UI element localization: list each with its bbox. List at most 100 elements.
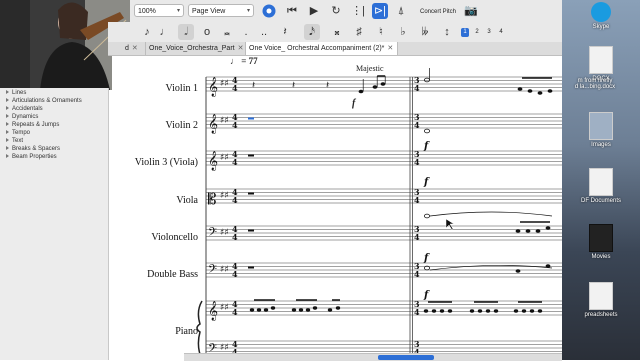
tab-previous[interactable]: d ✕ — [122, 42, 146, 55]
double-dot-button[interactable]: .. — [258, 24, 270, 40]
chevron-down-icon: ▾ — [176, 8, 180, 14]
desktop-item-firefly-docx[interactable]: m from firefly d la...bing.docx — [556, 78, 634, 90]
flip-icon: ↕ — [444, 26, 450, 38]
svg-text:f: f — [423, 253, 430, 264]
half-note-icon: 𝅗𝅥 — [184, 26, 188, 38]
whole-note-icon: o — [203, 26, 211, 38]
rewind-button[interactable]: ⏮ — [284, 3, 300, 19]
document-icon — [589, 46, 613, 74]
pan-icon: ⊳| — [373, 5, 387, 17]
flat-icon: ♭ — [400, 26, 406, 38]
svg-text:4: 4 — [232, 269, 238, 279]
expand-arrow-icon — [6, 130, 9, 135]
sharp-button[interactable]: 𝄪 — [330, 24, 344, 40]
flat-button[interactable]: ♭ — [396, 24, 410, 40]
svg-text:4: 4 — [414, 269, 420, 279]
concert-pitch-toggle[interactable]: Concert Pitch — [420, 9, 456, 15]
svg-text:f: f — [423, 177, 430, 188]
tie-button[interactable]: 𝅘𝅥𝅯 — [304, 24, 320, 40]
voice-3-button[interactable]: 3 — [485, 28, 493, 37]
playback-settings-button[interactable] — [260, 3, 278, 19]
palette-item-beam-properties[interactable]: Beam Properties — [6, 154, 57, 160]
svg-text:𝄢: 𝄢 — [208, 226, 217, 242]
desktop-item-images[interactable]: Images — [562, 112, 640, 148]
loop-button[interactable]: ↻ — [328, 3, 344, 19]
palette-item-text[interactable]: Text — [6, 138, 23, 144]
play-repeats-button[interactable]: ⋮| — [350, 3, 366, 19]
palette-item-breaks[interactable]: Breaks & Spacers — [6, 146, 60, 152]
close-icon[interactable]: ✕ — [238, 45, 244, 52]
voice-2-button[interactable]: 2 — [473, 28, 481, 37]
desktop-item-pdf-documents[interactable]: DF Documents — [562, 168, 640, 204]
natural-icon: ♮ — [379, 26, 383, 38]
svg-text:4: 4 — [414, 83, 420, 93]
svg-text:4: 4 — [232, 83, 238, 93]
score-canvas[interactable]: ♩ = 77 Majestic f Violin 1 Violin 2 Viol… — [112, 56, 562, 360]
score-tabs: d ✕ One_Voice_Orchestra_Part ✕ One Voice_ … — [108, 42, 562, 56]
svg-text:♯♯: ♯♯ — [220, 265, 229, 275]
svg-text:4: 4 — [414, 157, 420, 167]
svg-text:4: 4 — [232, 120, 238, 130]
image-capture-button[interactable]: 📷 — [464, 3, 478, 19]
loop-icon: ↻ — [331, 5, 341, 17]
pan-score-button[interactable]: ⊳| — [372, 3, 388, 19]
palette-item-accidentals[interactable]: Accidentals — [6, 106, 43, 112]
palette-item-tempo[interactable]: Tempo — [6, 130, 30, 136]
svg-text:♯♯: ♯♯ — [220, 228, 229, 238]
metronome-icon: ⍋ — [397, 5, 405, 17]
svg-text:♯♯: ♯♯ — [220, 343, 229, 353]
svg-text:4: 4 — [232, 195, 238, 205]
natural-button[interactable]: ♮ — [374, 24, 388, 40]
flip-direction-button[interactable]: ↕ — [440, 24, 454, 40]
playback-settings-icon — [262, 4, 276, 18]
folder-icon — [589, 112, 613, 140]
tab-orchestral-accompaniment[interactable]: One Voice_ Orchestral Accompaniment (2)*… — [246, 42, 398, 55]
voice-1-button[interactable]: 1 — [461, 28, 469, 37]
play-button[interactable]: ▶ — [306, 3, 322, 19]
double-flat-button[interactable]: 𝄫 — [418, 24, 432, 40]
rest-button[interactable]: 𝄽 — [278, 24, 292, 40]
close-icon[interactable]: ✕ — [132, 45, 138, 52]
play-icon: ▶ — [309, 5, 319, 17]
tab-one-voice-orchestra-part[interactable]: One_Voice_Orchestra_Part ✕ — [146, 42, 246, 55]
palette-item-lines[interactable]: Lines — [6, 90, 26, 96]
voice-4-button[interactable]: 4 — [497, 28, 505, 37]
expand-arrow-icon — [6, 138, 9, 143]
expand-arrow-icon — [6, 98, 9, 103]
palette-item-dynamics[interactable]: Dynamics — [6, 114, 38, 120]
desktop-item-movies[interactable]: Movies — [562, 224, 640, 260]
expand-arrow-icon — [6, 154, 9, 159]
rewind-icon: ⏮ — [287, 5, 297, 17]
zoom-select[interactable]: 100% ▾ — [134, 4, 184, 17]
metronome-button[interactable]: ⍋ — [394, 3, 408, 19]
sharp-accidental-button[interactable]: ♯ — [352, 24, 366, 40]
double-dot-icon: .. — [260, 26, 268, 38]
scroll-thumb[interactable] — [378, 355, 434, 360]
half-note-button[interactable]: 𝅗𝅥 — [178, 24, 194, 40]
svg-text:♯♯: ♯♯ — [220, 153, 229, 163]
breve-button[interactable]: 𝅜 — [220, 24, 234, 40]
palette-item-repeats[interactable]: Repeats & Jumps — [6, 122, 59, 128]
quarter-note-icon: ♩ — [159, 26, 171, 38]
desktop-item-spreadsheets[interactable]: preadsheets — [562, 282, 640, 318]
eighth-note-button[interactable]: ♪ — [140, 24, 154, 40]
desktop-item-docx[interactable]: DOCX — [562, 46, 640, 82]
dot-button[interactable]: . — [240, 24, 252, 40]
close-icon[interactable]: ✕ — [387, 45, 393, 52]
svg-text:4: 4 — [232, 232, 238, 242]
svg-text:4: 4 — [414, 232, 420, 242]
expand-arrow-icon — [6, 122, 9, 127]
view-mode-select[interactable]: Page View ▾ — [188, 4, 254, 17]
svg-text:♯♯: ♯♯ — [220, 79, 229, 89]
svg-text:𝄡: 𝄡 — [208, 190, 216, 208]
double-sharp-icon: 𝄪 — [334, 26, 340, 38]
quarter-note-button[interactable]: ♩ — [158, 24, 172, 40]
svg-text:4: 4 — [232, 157, 238, 167]
score-notation: 𝄞𝄞𝄞 𝄡𝄢𝄢 𝄞𝄢 ♯♯♯♯♯♯ ♯♯♯♯♯♯ ♯♯♯♯ 4444 4444 … — [196, 68, 562, 360]
desktop-item-skype[interactable]: Skype — [562, 2, 640, 30]
double-flat-icon: 𝄫 — [421, 26, 429, 38]
expand-arrow-icon — [6, 114, 9, 119]
whole-note-button[interactable]: o — [200, 24, 214, 40]
palette-item-articulations[interactable]: Articulations & Ornaments — [6, 98, 82, 104]
tie-icon: 𝅘𝅥𝅯 — [309, 26, 315, 38]
